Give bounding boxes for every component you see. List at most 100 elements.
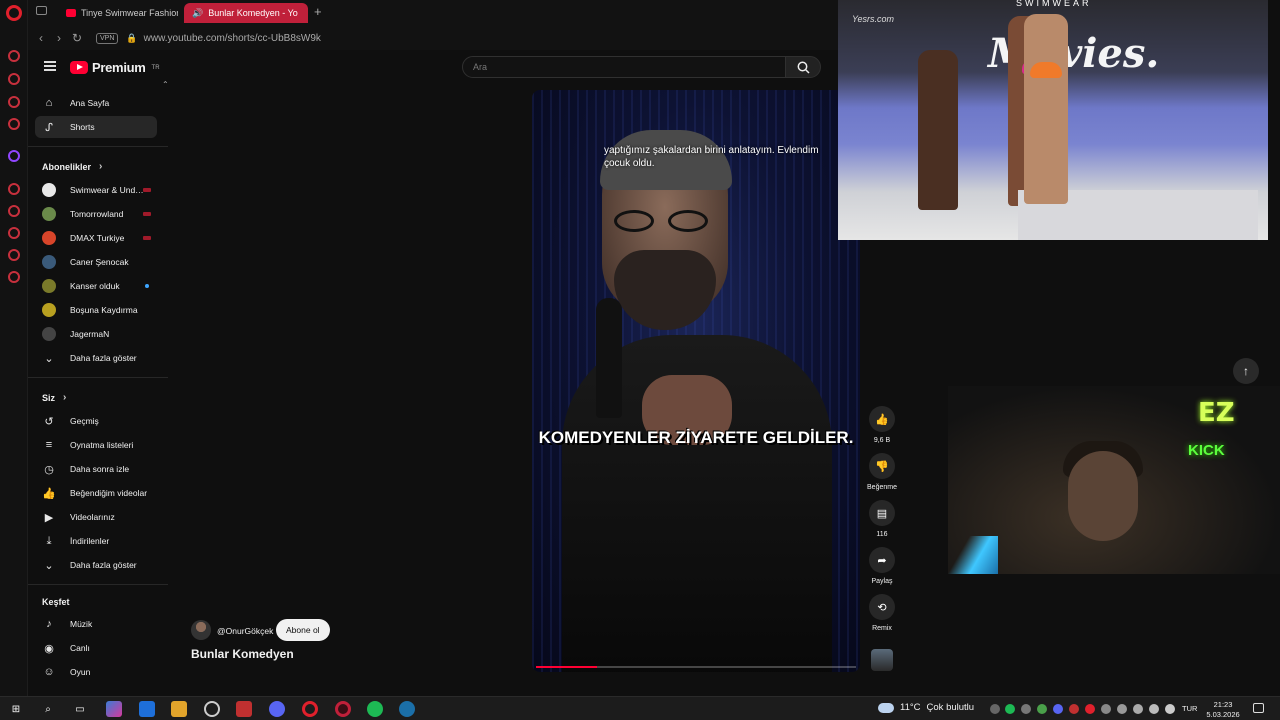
sidebar-app-icon[interactable] bbox=[8, 73, 20, 85]
search-icon[interactable]: ⌕ bbox=[40, 701, 56, 717]
like-button[interactable]: 👍 9,6 B bbox=[868, 406, 896, 444]
short-video-player[interactable]: yaptığımız şakalardan birini anlatayım. … bbox=[532, 90, 860, 672]
tab-overview-icon[interactable] bbox=[36, 6, 47, 15]
discord-tray-icon[interactable] bbox=[1053, 704, 1063, 714]
sidebar-item-your-videos[interactable]: ▶ Videolarınız bbox=[35, 506, 157, 528]
back-button[interactable]: ‹ bbox=[32, 29, 50, 47]
tray-icon[interactable] bbox=[1037, 704, 1047, 714]
opera-icon[interactable] bbox=[302, 701, 318, 717]
sidebar-app-icon[interactable] bbox=[8, 183, 20, 195]
channel-handle[interactable]: @OnurGökçek bbox=[217, 626, 273, 636]
sound-avatar[interactable] bbox=[871, 649, 893, 671]
sidebar-app-icon[interactable] bbox=[8, 96, 20, 108]
runway-watermark: Yesrs.com bbox=[852, 14, 895, 24]
sidebar-app-icon[interactable] bbox=[8, 205, 20, 217]
sidebar-item-subscription[interactable]: DMAX Turkiye bbox=[35, 227, 157, 249]
sidebar-item-liked-videos[interactable]: 👍 Beğendiğim videolar bbox=[35, 482, 157, 504]
copilot-icon[interactable] bbox=[106, 701, 122, 717]
tab-komedyen[interactable]: 🔊 Bunlar Komedyen - Yo bbox=[184, 3, 308, 23]
opera-gx-icon[interactable] bbox=[335, 701, 351, 717]
your-videos-icon: ▶ bbox=[44, 511, 54, 524]
twitch-icon[interactable] bbox=[8, 150, 20, 162]
subtitle-caption: yaptığımız şakalardan birini anlatayım. … bbox=[604, 145, 819, 169]
video-progress-bar[interactable] bbox=[536, 666, 856, 668]
tab-swimwear[interactable]: Tinye Swimwear Fashion S bbox=[58, 3, 178, 23]
tray-icon[interactable] bbox=[1101, 704, 1111, 714]
start-icon[interactable]: ⊞ bbox=[8, 701, 24, 717]
network-icon[interactable] bbox=[1149, 704, 1159, 714]
sidebar-item-gaming[interactable]: ☺ Oyun bbox=[35, 661, 157, 683]
task-view-icon[interactable]: ▭ bbox=[72, 701, 88, 717]
speaker-icon[interactable]: 🔊 bbox=[192, 8, 203, 19]
menu-icon[interactable] bbox=[44, 61, 56, 71]
tray-icon[interactable] bbox=[1021, 704, 1031, 714]
sidebar-item-subscription[interactable]: Caner Şenocak bbox=[35, 251, 157, 273]
comment-icon: ▤ bbox=[869, 500, 895, 526]
show-more-you[interactable]: ⌄ Daha fazla göster bbox=[35, 554, 157, 576]
thumbs-down-icon: 👎 bbox=[869, 453, 895, 479]
neon-sign: EZ bbox=[1198, 398, 1235, 428]
new-tab-button[interactable]: + bbox=[314, 4, 322, 19]
tray-icon[interactable] bbox=[1133, 704, 1143, 714]
channel-avatar bbox=[42, 303, 56, 317]
tray-icon[interactable] bbox=[990, 704, 1000, 714]
search-button[interactable] bbox=[785, 56, 821, 78]
sidebar-item-subscription[interactable]: Kanser olduk bbox=[35, 275, 157, 297]
sidebar-scroll-up-icon[interactable]: ⌃ bbox=[162, 80, 169, 89]
youtube-logo[interactable]: Premium TR bbox=[70, 60, 160, 75]
sidebar-item-subscription[interactable]: Tomorrowland bbox=[35, 203, 157, 225]
sidebar-item-subscription[interactable]: JagermaN bbox=[35, 323, 157, 345]
dislike-button[interactable]: 👎 Beğenme bbox=[867, 453, 897, 491]
sidebar-app-icon[interactable] bbox=[8, 249, 20, 261]
share-button[interactable]: ➦ Paylaş bbox=[868, 547, 896, 585]
scroll-up-button[interactable]: ↑ bbox=[1233, 358, 1259, 384]
weather-widget[interactable]: 11°C Çok bulutlu bbox=[878, 702, 974, 713]
volume-icon[interactable] bbox=[1165, 704, 1175, 714]
steam-icon[interactable] bbox=[399, 701, 415, 717]
settings-icon[interactable] bbox=[8, 271, 20, 283]
glasses bbox=[608, 210, 718, 232]
show-more-subscriptions[interactable]: ⌄ Daha fazla göster bbox=[35, 347, 157, 369]
tray-icon[interactable] bbox=[1085, 704, 1095, 714]
sidebar-item-subscription[interactable]: Swimwear & Und… bbox=[35, 179, 157, 201]
tray-icon[interactable] bbox=[1069, 704, 1079, 714]
chevron-down-icon: ⌄ bbox=[44, 559, 54, 572]
reload-button[interactable]: ↻ bbox=[68, 29, 86, 47]
tray-icon[interactable] bbox=[1117, 704, 1127, 714]
edge-icon[interactable] bbox=[139, 701, 155, 717]
discord-icon[interactable] bbox=[269, 701, 285, 717]
sidebar-item-live[interactable]: ◉ Canlı bbox=[35, 637, 157, 659]
sidebar-item-music[interactable]: ♪ Müzik bbox=[35, 613, 157, 635]
sidebar-item-downloads[interactable]: ⤓ İndirilenler bbox=[35, 530, 157, 552]
url-field[interactable]: www.youtube.com/shorts/cc-UbB8sW9k bbox=[144, 33, 321, 44]
file-explorer-icon[interactable] bbox=[171, 701, 187, 717]
sidebar-item-playlists[interactable]: ≡ Oynatma listeleri bbox=[35, 434, 157, 456]
spotify-tray-icon[interactable] bbox=[1005, 704, 1015, 714]
search-input[interactable]: Ara bbox=[462, 56, 786, 78]
neon-sign: KICK bbox=[1188, 442, 1225, 459]
clock[interactable]: 21:23 5.03.2026 bbox=[1203, 700, 1243, 720]
notification-icon[interactable] bbox=[1253, 703, 1264, 713]
lock-icon[interactable]: 🔒 bbox=[126, 33, 137, 44]
spotify-icon[interactable] bbox=[367, 701, 383, 717]
sidebar-item-subscription[interactable]: Boşuna Kaydırma bbox=[35, 299, 157, 321]
sidebar-app-icon[interactable] bbox=[8, 227, 20, 239]
app-icon[interactable] bbox=[236, 701, 252, 717]
subscribe-button[interactable]: Abone ol bbox=[276, 619, 330, 641]
sidebar-app-icon[interactable] bbox=[8, 50, 20, 62]
remix-button[interactable]: ⟲ Remix bbox=[868, 594, 896, 632]
forward-button[interactable]: › bbox=[50, 29, 68, 47]
you-header[interactable]: Siz › bbox=[42, 392, 66, 403]
comments-button[interactable]: ▤ 116 bbox=[868, 500, 896, 538]
obs-icon[interactable] bbox=[204, 701, 220, 717]
language-indicator[interactable]: TUR bbox=[1182, 704, 1197, 713]
sidebar-item-home[interactable]: ⌂ Ana Sayfa bbox=[35, 92, 157, 114]
subscriptions-header[interactable]: Abonelikler › bbox=[42, 161, 102, 172]
sidebar-app-icon[interactable] bbox=[8, 118, 20, 130]
vpn-badge[interactable]: VPN bbox=[96, 32, 119, 44]
sidebar-item-history[interactable]: ↺ Geçmiş bbox=[35, 410, 157, 432]
channel-avatar[interactable] bbox=[191, 620, 211, 640]
sidebar-item-watch-later[interactable]: ◷ Daha sonra izle bbox=[35, 458, 157, 480]
opera-logo-icon[interactable] bbox=[6, 5, 22, 21]
sidebar-item-shorts[interactable]: ᔑ Shorts bbox=[35, 116, 157, 138]
